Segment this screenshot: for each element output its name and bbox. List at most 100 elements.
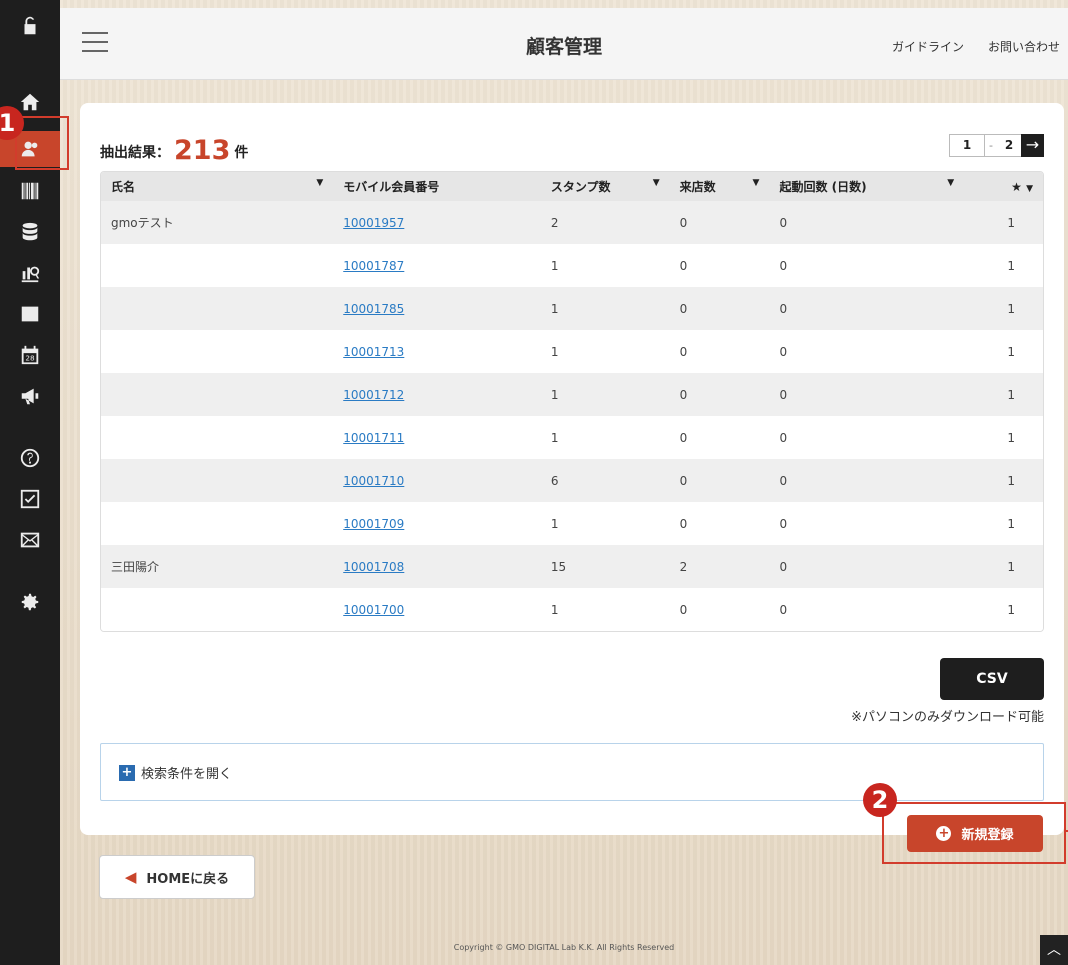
back-to-home-button[interactable]: ◀ HOMEに戻る [99,855,255,899]
table-cell: 1 [964,545,1043,588]
visit-count: 0 [679,602,688,617]
table-cell: 1 [540,502,670,545]
col-name-header[interactable]: 氏名 ▼ [101,172,334,201]
table-cell: 0 [669,588,770,631]
table-cell: 1 [964,373,1043,416]
table-cell: 0 [769,416,965,459]
sort-arrow-icon: ▼ [652,178,660,188]
star-count: 1 [1007,215,1015,230]
table-cell: 10001712 [333,373,541,416]
csv-download-button[interactable]: CSV [940,658,1044,700]
checkbox-icon[interactable] [0,481,60,517]
table-row: 10001787 1 0 0 1 [101,244,1043,287]
table-cell: 1 [964,588,1043,631]
table-cell: 10001711 [333,416,541,459]
table-cell: 15 [540,545,670,588]
calendar-icon[interactable]: 28 [0,337,60,373]
visit-count: 0 [679,344,688,359]
table-cell: 10001787 [333,244,541,287]
page-2-button[interactable]: 2 [997,134,1021,157]
next-page-arrow-icon[interactable]: → [1021,134,1044,157]
search-toggle-label: 検索条件を開く [141,767,233,782]
stamp-count: 1 [550,258,559,273]
table-cell: 0 [669,459,770,502]
col-visits-header[interactable]: 来店数 ▼ [669,172,770,201]
member-id-link[interactable]: 10001700 [343,603,404,617]
stamp-count: 6 [550,473,559,488]
table-cell: 10001708 [333,545,541,588]
member-id-link[interactable]: 10001957 [343,216,404,230]
help-icon[interactable] [0,440,60,476]
member-id-link[interactable]: 10001710 [343,474,404,488]
notice-icon[interactable] [0,296,60,332]
visit-count: 0 [679,430,688,445]
member-id-link[interactable]: 10001713 [343,345,404,359]
table-cell: 2 [669,545,770,588]
table-row: 10001700 1 0 0 1 [101,588,1043,631]
table-cell [101,244,334,287]
table-cell: 1 [540,416,670,459]
star-count: 1 [1007,602,1015,617]
star-count: 1 [1007,344,1015,359]
visit-count: 0 [679,387,688,402]
visit-count: 2 [679,559,688,574]
annotation-line [1064,830,1068,832]
member-id-link[interactable]: 10001711 [343,431,404,445]
database-icon[interactable] [0,214,60,250]
table-cell: 1 [540,244,670,287]
result-label: 抽出結果： [100,145,170,161]
table-cell: 1 [964,244,1043,287]
table-row: 三田陽介 10001708 15 2 0 1 [101,545,1043,588]
sort-arrow-icon: ▼ [1026,183,1033,194]
table-cell: 0 [769,373,965,416]
star-count: 1 [1007,473,1015,488]
result-count: 213 [174,135,231,166]
launch-count: 0 [779,430,788,445]
member-id-link[interactable]: 10001787 [343,259,404,273]
launch-count: 0 [779,387,788,402]
plus-circle-icon: + [936,826,952,841]
visit-count: 0 [679,301,688,316]
star-count: 1 [1007,301,1015,316]
customer-name: gmoテスト [111,216,174,230]
table-cell [101,459,334,502]
new-registration-button[interactable]: + 新規登録 [907,815,1043,852]
guideline-link[interactable]: ガイドライン [892,40,964,54]
stats-icon[interactable] [0,255,60,291]
member-id-link[interactable]: 10001785 [343,302,404,316]
table-row: 10001709 1 0 0 1 [101,502,1043,545]
stamp-count: 1 [550,430,559,445]
col-star-header[interactable]: ★ ▼ [964,172,1043,201]
annotation-badge-2: 2 [863,783,897,817]
page-1-button[interactable]: 1 [949,134,985,157]
header: 顧客管理 ガイドライン お問い合わせ [60,8,1068,80]
col-launches-header[interactable]: 起動回数 (日数) ▼ [769,172,965,201]
megaphone-icon[interactable] [0,378,60,414]
member-id-link[interactable]: 10001708 [343,560,404,574]
pager-separator: - [985,134,997,157]
header-links: ガイドライン お問い合わせ [868,38,1060,55]
gear-icon[interactable] [0,584,60,620]
table-cell: 1 [540,287,670,330]
mail-icon[interactable] [0,522,60,558]
table-row: 10001712 1 0 0 1 [101,373,1043,416]
stamp-count: 1 [550,602,559,617]
table-cell: 1 [964,330,1043,373]
csv-note: ※パソコンのみダウンロード可能 [851,710,1044,725]
lock-icon[interactable] [0,8,60,44]
table-cell: 0 [769,588,965,631]
barcode-icon[interactable] [0,173,60,209]
sort-arrow-icon: ▼ [316,178,324,188]
member-id-link[interactable]: 10001709 [343,517,404,531]
scroll-to-top-icon[interactable]: ︿ [1040,935,1068,965]
customer-table: 氏名 ▼ モバイル会員番号 スタンプ数 ▼ 来店数 ▼ 起動回数 (日数) ▼ ★ ▼ … [100,171,1044,632]
member-id-link[interactable]: 10001712 [343,388,404,402]
table-cell: gmoテスト [101,201,334,244]
visit-count: 0 [679,215,688,230]
search-conditions-toggle[interactable]: + 検索条件を開く [119,763,232,782]
table-cell: 10001709 [333,502,541,545]
table-cell: 1 [964,459,1043,502]
col-stamps-header[interactable]: スタンプ数 ▼ [540,172,670,201]
new-registration-label: 新規登録 [961,828,1014,843]
contact-link[interactable]: お問い合わせ [988,40,1060,54]
